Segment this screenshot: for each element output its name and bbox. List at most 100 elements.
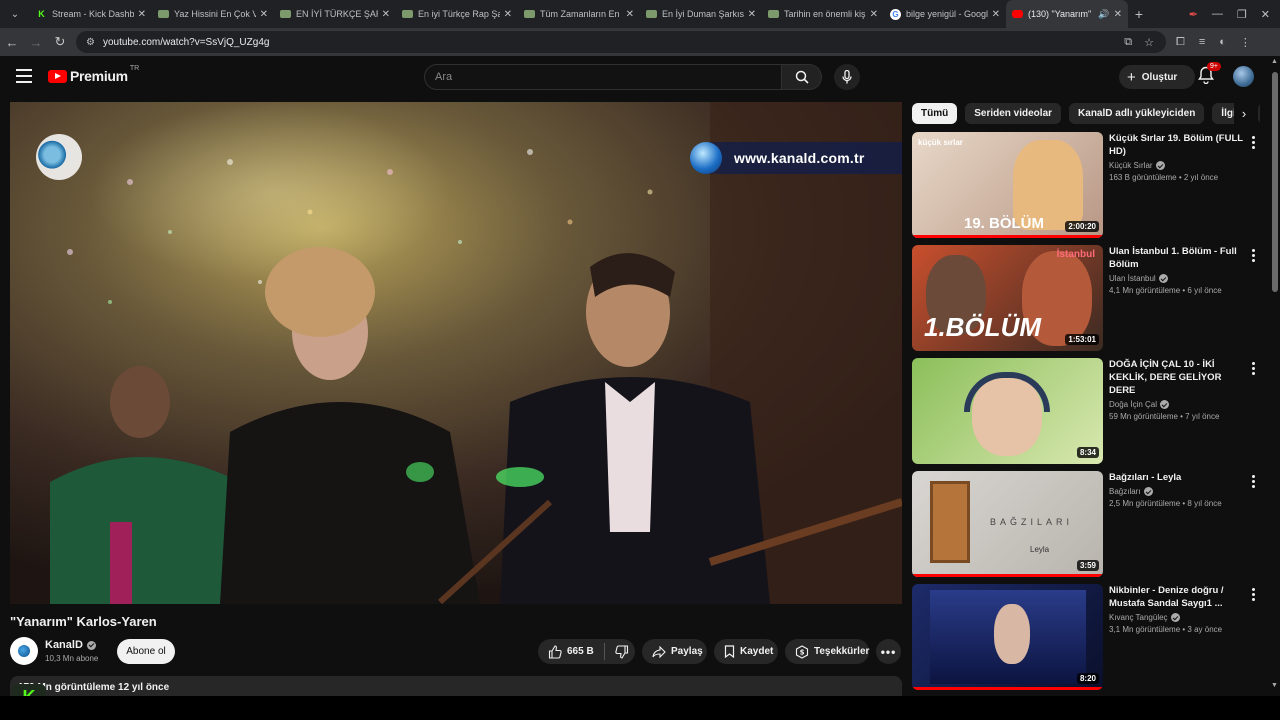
tab-close-icon[interactable]: ✕ xyxy=(626,9,634,20)
like-count[interactable]: 665 B xyxy=(567,646,594,657)
verified-icon xyxy=(86,640,96,650)
save-button[interactable]: Kaydet xyxy=(714,639,778,664)
browser-tab[interactable]: Tüm Zamanların En İy ✕ xyxy=(518,0,640,28)
bookmark-icon xyxy=(724,645,735,658)
description-box[interactable]: 179 Mn görüntüleme 12 yıl önce xyxy=(10,676,902,696)
youtube-logo[interactable]: Premium TR xyxy=(48,65,139,84)
dislike-button[interactable] xyxy=(615,644,629,659)
search-button[interactable] xyxy=(782,64,822,90)
recommended-video[interactable]: 8:34 DOĞA İÇİN ÇAL 10 - İKİ KEKLİK, DERE … xyxy=(912,358,1260,464)
video-thumbnail[interactable]: küçük sırlar 19. BÖLÜM 2:00:20 xyxy=(912,132,1103,238)
recommended-video[interactable]: 8:20 Nikbinler - Denize doğru / Mustafa S… xyxy=(912,584,1260,690)
recommended-video[interactable]: Leyla BAĞZILARI 3:59 Bağzıları - Leyla Bağzı… xyxy=(912,471,1260,577)
create-button[interactable]: + Oluştur xyxy=(1119,65,1195,89)
browser-tab[interactable]: Gbilge yenigül - Googl ✕ xyxy=(884,0,1006,28)
tab-close-icon[interactable]: ✕ xyxy=(1114,9,1122,20)
channel-name: KanalD xyxy=(45,639,83,651)
more-options-icon[interactable] xyxy=(1250,475,1256,488)
filter-chip[interactable]: Seriden videolar xyxy=(965,103,1062,124)
extensions-icon[interactable]: ⧠ xyxy=(1176,36,1185,49)
recommended-channel-row[interactable]: Bağzıları xyxy=(1109,487,1245,496)
search-icon xyxy=(795,70,809,84)
video-thumbnail[interactable]: 8:34 xyxy=(912,358,1103,464)
cast-icon[interactable]: ⧉ xyxy=(1124,36,1132,49)
reload-icon[interactable]: ↻ xyxy=(48,34,72,50)
video-thumbnail[interactable]: 8:20 xyxy=(912,584,1103,690)
scrollbar-thumb[interactable] xyxy=(1272,72,1278,292)
recommended-channel-row[interactable]: Küçük Sırlar xyxy=(1109,161,1245,170)
filter-chip[interactable]: Si xyxy=(1258,103,1260,124)
browser-tab[interactable]: EN İYİ TÜRKÇE ŞARKI ✕ xyxy=(274,0,396,28)
recommended-channel-row[interactable]: Kıvanç Tangüleç xyxy=(1109,613,1245,622)
reading-list-icon[interactable]: ≡ xyxy=(1199,36,1205,48)
sheet-icon xyxy=(646,10,657,18)
recommended-title[interactable]: Küçük Sırlar 19. Bölüm (FULL HD) xyxy=(1109,132,1245,158)
recommended-title[interactable]: Bağzıları - Leyla xyxy=(1109,471,1245,484)
bookmark-star-icon[interactable]: ☆ xyxy=(1144,36,1154,49)
restore-icon[interactable]: ❐ xyxy=(1237,8,1247,21)
browser-tab[interactable]: (130) "Yanarım" K 🔊 ✕ xyxy=(1006,0,1128,28)
share-button[interactable]: Paylaş xyxy=(642,639,707,664)
profile-icon[interactable]: ◐ xyxy=(1219,36,1226,48)
notification-badge: 9+ xyxy=(1207,62,1221,71)
more-options-icon[interactable] xyxy=(1250,588,1256,601)
more-options-icon[interactable] xyxy=(1250,362,1256,375)
recommended-title[interactable]: Nikbinler - Denize doğru / Mustafa Sanda… xyxy=(1109,584,1245,610)
recommended-video[interactable]: İstanbul 1.BÖLÜM 1:53:01 Ulan İstanbul 1. B… xyxy=(912,245,1260,351)
browser-tab[interactable]: Yaz Hissini En Çok Ve ✕ xyxy=(152,0,274,28)
browser-menu-icon[interactable]: ⋮ xyxy=(1240,36,1251,49)
browser-tab[interactable]: Tarihin en önemli kişi ✕ xyxy=(762,0,884,28)
thumbs-up-icon xyxy=(548,644,562,659)
back-icon[interactable]: ← xyxy=(0,35,24,50)
more-actions-button[interactable]: ••• xyxy=(876,639,901,664)
recommended-title[interactable]: Ulan İstanbul 1. Bölüm - Full Bölüm xyxy=(1109,245,1245,271)
tab-close-icon[interactable]: ✕ xyxy=(138,9,146,20)
channel-avatar[interactable] xyxy=(10,637,38,665)
close-window-icon[interactable]: ✕ xyxy=(1261,8,1270,21)
like-button[interactable] xyxy=(548,644,562,659)
tab-audio-icon[interactable]: 🔊 xyxy=(1098,9,1109,20)
extension-feather-icon[interactable]: ✒ xyxy=(1189,8,1198,21)
browser-tab[interactable]: En iyi Türkçe Rap Şar ✕ xyxy=(396,0,518,28)
forward-icon[interactable]: → xyxy=(24,35,48,50)
site-info-icon[interactable]: ⚙ xyxy=(86,37,95,48)
recommended-video[interactable]: küçük sırlar 19. BÖLÜM 2:00:20 Küçük Sırlar… xyxy=(912,132,1260,238)
subscribe-button[interactable]: Abone ol xyxy=(117,639,175,664)
tab-close-icon[interactable]: ✕ xyxy=(382,9,390,20)
tab-close-icon[interactable]: ✕ xyxy=(504,9,512,20)
account-avatar[interactable] xyxy=(1233,66,1254,87)
recommended-title[interactable]: DOĞA İÇİN ÇAL 10 - İKİ KEKLİK, DERE GELİ… xyxy=(1109,358,1245,397)
minimize-icon[interactable]: — xyxy=(1212,8,1223,20)
tab-search-icon[interactable]: ⌄ xyxy=(4,4,26,24)
search-input[interactable]: Ara xyxy=(424,64,782,90)
tab-close-icon[interactable]: ✕ xyxy=(748,9,756,20)
new-tab-button[interactable]: + xyxy=(1128,6,1150,22)
video-player[interactable]: www.kanald.com.tr xyxy=(10,102,902,604)
recommended-channel-row[interactable]: Ulan İstanbul xyxy=(1109,274,1245,283)
more-options-icon[interactable] xyxy=(1250,249,1256,262)
tab-close-icon[interactable]: ✕ xyxy=(870,9,878,20)
video-thumbnail[interactable]: İstanbul 1.BÖLÜM 1:53:01 xyxy=(912,245,1103,351)
video-duration: 8:20 xyxy=(1076,673,1099,684)
browser-tab[interactable]: K Stream - Kick Dashbo ✕ xyxy=(30,0,152,28)
scroll-down-icon[interactable]: ▼ xyxy=(1271,682,1278,689)
notifications-button[interactable]: 9+ xyxy=(1198,62,1221,86)
tab-close-icon[interactable]: ✕ xyxy=(992,9,1000,20)
tab-title: Tarihin en önemli kişi xyxy=(784,9,866,19)
video-thumbnail[interactable]: Leyla BAĞZILARI 3:59 xyxy=(912,471,1103,577)
more-options-icon[interactable] xyxy=(1250,136,1256,149)
page-scrollbar[interactable]: ▲ ▼ xyxy=(1270,56,1280,696)
tab-close-icon[interactable]: ✕ xyxy=(260,9,268,20)
browser-tab[interactable]: En İyi Duman Şarkısı ✕ xyxy=(640,0,762,28)
recommended-meta: 59 Mn görüntüleme • 7 yıl önce xyxy=(1109,412,1220,421)
voice-search-button[interactable] xyxy=(834,64,860,90)
channel-name-row[interactable]: KanalD xyxy=(45,639,96,651)
thanks-button[interactable]: $ Teşekkürler xyxy=(785,639,869,664)
scroll-up-icon[interactable]: ▲ xyxy=(1271,58,1278,65)
recommended-channel-row[interactable]: Doğa İçin Çal xyxy=(1109,400,1245,409)
filter-chip[interactable]: Tümü xyxy=(912,103,958,124)
address-bar[interactable]: ⚙ youtube.com/watch?v=SsVjQ_UZg4g ⧉ ☆ xyxy=(76,31,1166,53)
filter-chip[interactable]: KanalD adlı yükleyiciden xyxy=(1069,103,1205,124)
guide-menu-icon[interactable] xyxy=(16,69,32,83)
chips-next-icon[interactable]: › xyxy=(1234,103,1254,124)
